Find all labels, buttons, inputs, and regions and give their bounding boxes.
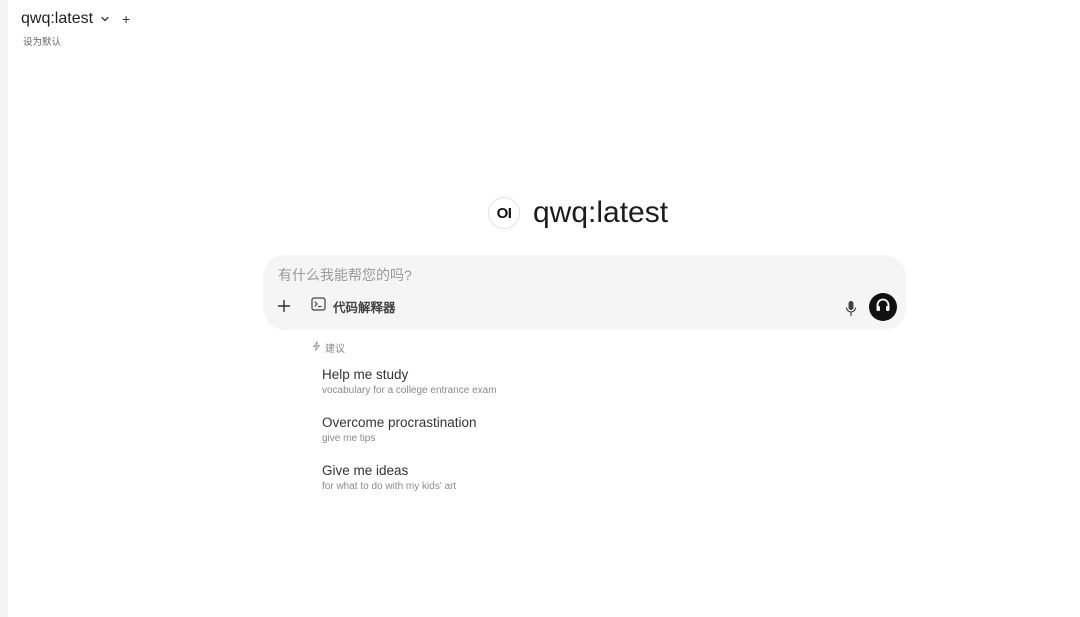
suggestion-item[interactable]: Give me ideas for what to do with my kid…: [322, 462, 497, 510]
model-selector[interactable]: qwq:latest +: [21, 8, 130, 30]
model-selector-area: qwq:latest + 设为默认: [21, 8, 130, 48]
headphones-icon: [875, 297, 891, 317]
suggestion-subtitle: give me tips: [322, 433, 376, 444]
suggestion-title: Help me study: [322, 367, 409, 382]
chat-composer: 代码解释器: [263, 255, 906, 330]
voice-mode-button[interactable]: [869, 293, 897, 321]
terminal-icon: [311, 296, 326, 316]
prompt-input[interactable]: [278, 267, 838, 283]
lightning-icon: [312, 341, 321, 354]
plus-icon[interactable]: [276, 298, 292, 314]
suggestion-item[interactable]: Overcome procrastination give me tips: [322, 414, 497, 462]
suggestion-title: Overcome procrastination: [322, 415, 477, 430]
suggestions-header: 建议: [312, 340, 345, 355]
suggestions-list: Help me study vocabulary for a college e…: [322, 366, 497, 510]
suggestion-subtitle: vocabulary for a college entrance exam: [322, 385, 497, 396]
chevron-down-icon[interactable]: [100, 14, 110, 24]
code-interpreter-label: 代码解释器: [333, 300, 396, 315]
suggestions-label: 建议: [325, 344, 345, 355]
sidebar-rail: [0, 0, 8, 617]
code-interpreter-button[interactable]: 代码解释器: [311, 296, 396, 316]
set-default-link[interactable]: 设为默认: [23, 34, 130, 48]
model-logo: OI: [488, 197, 520, 229]
hero-title: qwq:latest: [533, 196, 669, 229]
microphone-icon[interactable]: [843, 299, 859, 317]
model-name[interactable]: qwq:latest: [21, 10, 93, 28]
add-model-button[interactable]: +: [122, 12, 130, 26]
suggestion-title: Give me ideas: [322, 463, 409, 478]
suggestion-subtitle: for what to do with my kids' art: [322, 481, 457, 492]
hero: OI qwq:latest: [488, 196, 668, 230]
suggestion-item[interactable]: Help me study vocabulary for a college e…: [322, 366, 497, 414]
